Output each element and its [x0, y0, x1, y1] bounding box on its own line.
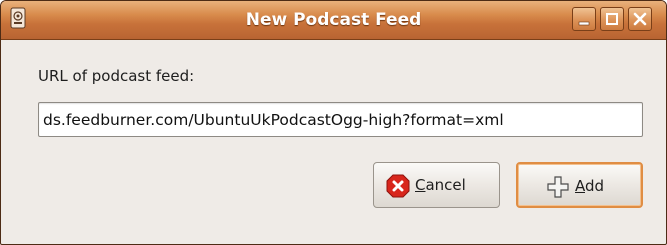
- add-button[interactable]: Add: [516, 162, 643, 208]
- maximize-icon: [606, 13, 618, 25]
- add-label: Add: [575, 177, 605, 195]
- cancel-button[interactable]: Cancel: [373, 162, 500, 208]
- url-input[interactable]: [38, 102, 643, 137]
- title-bar[interactable]: New Podcast Feed: [1, 1, 666, 40]
- maximize-button[interactable]: [600, 7, 624, 31]
- dialog-window: New Podcast Feed URL of podcast feed: Ca…: [0, 0, 667, 245]
- cancel-icon: [386, 174, 410, 198]
- window-title: New Podcast Feed: [245, 10, 422, 30]
- url-prompt-label: URL of podcast feed:: [38, 67, 195, 85]
- close-button[interactable]: [628, 7, 652, 31]
- minimize-icon: [578, 21, 590, 26]
- add-icon: [547, 176, 569, 198]
- cancel-label: Cancel: [415, 176, 466, 194]
- minimize-button[interactable]: [572, 7, 596, 31]
- close-icon: [633, 12, 647, 26]
